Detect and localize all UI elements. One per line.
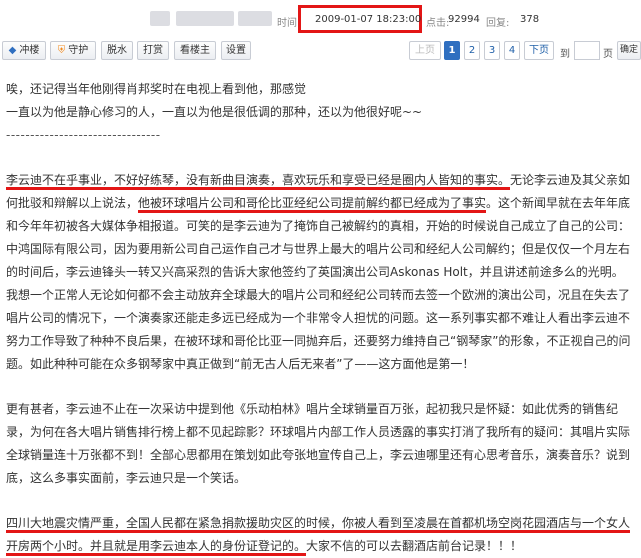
clicks-count: 92994 — [448, 14, 480, 25]
replies-count: 378 — [520, 14, 540, 25]
page-4-button[interactable]: 4 — [504, 41, 520, 60]
post-separator: -------------------------------- — [6, 128, 161, 142]
next-page-button[interactable]: 下页 — [524, 41, 554, 60]
diamond-icon: ◆ — [8, 45, 17, 56]
page-suffix-label: 页 — [603, 49, 613, 60]
page-2-button[interactable]: 2 — [464, 41, 480, 60]
post-meta-bar: 时间 2009-01-07 18:23:00 点击: 92994 回复: 378 — [0, 0, 641, 40]
confirm-page-button[interactable]: 确定 — [617, 41, 641, 60]
post-paragraph-2: 更有甚者，李云迪不止在一次采访中提到他《乐动柏林》唱片全球销量百万张，起初我只是… — [6, 402, 631, 485]
blurred-avatar — [150, 11, 170, 26]
post-time: 2009-01-07 18:23:00 — [315, 14, 422, 25]
clicks-label: 点击: — [426, 18, 450, 29]
post-line-2: 一直以为他是静心修习的人，一直以为他是很低调的那种，还以为他很好呢~~ — [6, 105, 423, 119]
blurred-username — [176, 11, 234, 26]
blurred-level — [238, 11, 272, 26]
guard-button[interactable]: ⛨ 守护 — [50, 41, 96, 60]
goto-label: 到 — [560, 49, 570, 60]
underlined-claim-contract: 他被环球唱片公司和哥伦比亚经纪公司提前解约都已经成为了事实 — [138, 196, 487, 213]
page-1-button[interactable]: 1 — [444, 41, 460, 60]
post-body: 唉，还记得当年他刚得肖邦奖时在电视上看到他，那感觉 一直以为他是静心修习的人，一… — [6, 78, 634, 558]
prev-page-button[interactable]: 上页 — [409, 41, 441, 60]
post-paragraph-3: 四川大地震灾情严重，全国人民都在紧急捐款援助灾区的时候，你被人看到至凌晨在首都机… — [6, 512, 634, 558]
dehydrate-button[interactable]: 脱水 — [101, 41, 133, 60]
shield-icon: ⛨ — [57, 45, 66, 56]
post-paragraph-1: 李云迪不在乎事业，不好好练琴，没有新曲目演奏，喜欢玩乐和享受已经是圈内人皆知的事… — [6, 173, 631, 371]
underlined-claim-career: 李云迪不在乎事业，不好好练琴，没有新曲目演奏，喜欢玩乐和享受已经是圈内人皆知的事… — [6, 173, 511, 190]
time-label: 时间 — [277, 18, 297, 29]
top-floor-button[interactable]: ◆ 冲楼 — [2, 41, 46, 60]
settings-button[interactable]: 设置 — [221, 41, 251, 60]
replies-label: 回复: — [486, 18, 510, 29]
post-line-1: 唉，还记得当年他刚得肖邦奖时在电视上看到他，那感觉 — [6, 82, 307, 96]
view-owner-only-button[interactable]: 看楼主 — [174, 41, 216, 60]
page-number-input[interactable] — [574, 41, 600, 60]
post-toolbar: ◆ 冲楼 ⛨ 守护 脱水 打赏 看楼主 设置 上页 1 2 3 4 下页 到 页 确… — [0, 40, 641, 62]
reward-button[interactable]: 打赏 — [137, 41, 169, 60]
page-3-button[interactable]: 3 — [484, 41, 500, 60]
